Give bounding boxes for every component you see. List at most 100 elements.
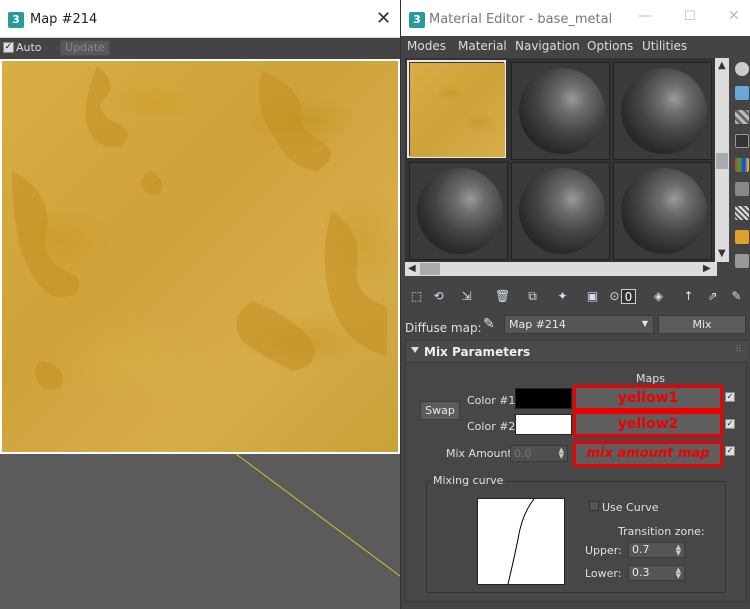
auto-label: Auto <box>16 41 42 54</box>
menu-modes[interactable]: Modes <box>407 39 446 53</box>
select-by-material-icon[interactable] <box>735 230 749 244</box>
material-navigator-icon[interactable] <box>735 254 749 268</box>
mix-amount-value: 0.0 <box>514 447 532 460</box>
color1-map-button[interactable]: yellow1 <box>573 385 723 411</box>
color2-map-checkbox[interactable]: ✓ <box>725 419 735 429</box>
scroll-thumb[interactable] <box>420 263 440 275</box>
material-id-channel-icon[interactable]: 0 <box>621 289 636 304</box>
map-window-title: Map #214 <box>30 12 98 27</box>
material-editor-titlebar: 3 Material Editor - base_metal — ☐ ✕ <box>401 0 750 36</box>
color2-map-button[interactable]: yellow2 <box>573 411 723 437</box>
scroll-thumb[interactable] <box>716 153 728 169</box>
menu-navigation[interactable]: Navigation <box>515 39 580 53</box>
close-icon[interactable]: ✕ <box>376 8 391 29</box>
get-material-icon[interactable]: ⬚ <box>409 289 424 304</box>
material-editor-window: 3 Material Editor - base_metal — ☐ ✕ Mod… <box>400 0 750 609</box>
put-to-library-icon[interactable]: ▣ <box>585 289 600 304</box>
options-icon[interactable] <box>735 206 749 220</box>
make-unique-icon[interactable]: ✦ <box>555 289 570 304</box>
material-id-icon[interactable]: ⊙ <box>607 289 622 304</box>
sphere-preview <box>519 68 605 154</box>
color2-label: Color #2 <box>467 420 516 433</box>
sample-slot-3[interactable] <box>613 62 712 160</box>
put-to-scene-icon[interactable]: ⟲ <box>431 289 446 304</box>
mix-amount-map-button[interactable]: mix amount map <box>573 441 723 467</box>
lower-label: Lower: <box>585 567 622 580</box>
sphere-preview <box>621 168 707 254</box>
texture-preview-image <box>2 61 398 452</box>
drag-handle-icon[interactable]: ⠿ <box>735 345 742 355</box>
sphere-preview <box>519 168 605 254</box>
app-icon: 3 <box>8 12 24 28</box>
scroll-down-icon[interactable]: ▼ <box>718 248 726 259</box>
make-copy-icon[interactable]: ⧉ <box>525 289 540 304</box>
color1-map-checkbox[interactable]: ✓ <box>725 392 735 402</box>
upper-value: 0.7 <box>632 543 650 556</box>
sample-slot-5[interactable] <box>511 162 610 260</box>
auto-checkbox[interactable]: ✓ <box>3 42 14 53</box>
color1-swatch[interactable] <box>515 388 572 409</box>
menu-utilities[interactable]: Utilities <box>642 39 687 53</box>
maximize-icon[interactable]: ☐ <box>684 9 696 24</box>
sample-slot-6[interactable] <box>613 162 712 260</box>
chevron-down-icon: ▼ <box>641 319 648 328</box>
slots-horizontal-scrollbar[interactable]: ◀ ▶ <box>405 262 717 276</box>
update-button[interactable]: Update <box>60 40 110 56</box>
mix-amount-spinner[interactable]: 0.0 ▲ ▼ <box>510 445 568 462</box>
map-name-dropdown[interactable]: Map #214 ▼ <box>504 315 654 334</box>
make-preview-icon[interactable] <box>735 182 749 196</box>
video-color-check-icon[interactable] <box>735 158 749 172</box>
menu-material[interactable]: Material <box>458 39 507 53</box>
stain <box>324 211 387 356</box>
minimize-icon[interactable]: — <box>638 8 652 24</box>
upper-spinner[interactable]: 0.7 ▲ ▼ <box>628 542 685 558</box>
backlight-icon[interactable] <box>735 86 749 100</box>
material-editor-title: Material Editor - base_metal <box>429 12 613 27</box>
use-curve-label: Use Curve <box>602 501 659 514</box>
sample-slot-2[interactable] <box>511 62 610 160</box>
texture-stain-overlay <box>12 66 387 390</box>
assign-material-icon[interactable]: ⇲ <box>459 289 474 304</box>
sample-slot-4[interactable] <box>409 162 508 260</box>
sample-type-icon[interactable] <box>735 62 749 76</box>
sample-uv-tiling-icon[interactable] <box>735 134 749 148</box>
slots-vertical-scrollbar[interactable]: ▲ ▼ <box>715 58 729 262</box>
map-window-titlebar: 3 Map #214 ✕ <box>0 0 400 38</box>
use-curve-checkbox[interactable] <box>589 501 599 511</box>
sample-slot-1[interactable] <box>407 60 506 158</box>
viewport-line <box>235 454 400 577</box>
spinner-arrows-icon[interactable]: ▲ ▼ <box>676 544 681 557</box>
show-map-icon[interactable]: ◈ <box>651 289 666 304</box>
rollout-header[interactable]: Mix Parameters ⠿ <box>406 341 748 363</box>
menu-options[interactable]: Options <box>587 39 633 53</box>
pick-material-icon[interactable]: ✎ <box>729 289 744 304</box>
scroll-left-icon[interactable]: ◀ <box>408 263 416 274</box>
spinner-arrows-icon[interactable]: ▲ ▼ <box>676 567 681 580</box>
transition-zone-label: Transition zone: <box>618 525 705 538</box>
map-preview-area <box>0 59 400 454</box>
stain <box>85 66 128 148</box>
go-forward-sibling-icon[interactable]: ⇗ <box>705 289 720 304</box>
stain <box>259 71 331 171</box>
background-icon[interactable] <box>735 110 749 124</box>
stain <box>35 361 63 390</box>
spinner-arrows-icon[interactable]: ▲ ▼ <box>559 447 564 460</box>
close-icon[interactable]: ✕ <box>728 8 740 24</box>
swap-button[interactable]: Swap <box>420 401 460 420</box>
lower-spinner[interactable]: 0.3 ▲ ▼ <box>628 565 685 581</box>
eyedropper-icon[interactable]: ✎ <box>483 316 495 332</box>
rollout-title: Mix Parameters <box>424 345 531 359</box>
mix-amount-map-checkbox[interactable]: ✓ <box>725 446 735 456</box>
scroll-up-icon[interactable]: ▲ <box>718 60 726 71</box>
go-to-parent-icon[interactable]: ↑ <box>681 289 696 304</box>
curve-line <box>507 498 535 585</box>
map-type-button[interactable]: Mix <box>658 315 746 334</box>
maps-header: Maps <box>636 372 665 385</box>
upper-label: Upper: <box>585 544 622 557</box>
color2-swatch[interactable] <box>515 414 572 435</box>
sphere-preview <box>417 168 503 254</box>
texture-slot-preview <box>410 63 505 157</box>
delete-icon[interactable]: 🗑 <box>495 289 510 304</box>
stain <box>12 171 80 297</box>
scroll-right-icon[interactable]: ▶ <box>703 263 711 274</box>
